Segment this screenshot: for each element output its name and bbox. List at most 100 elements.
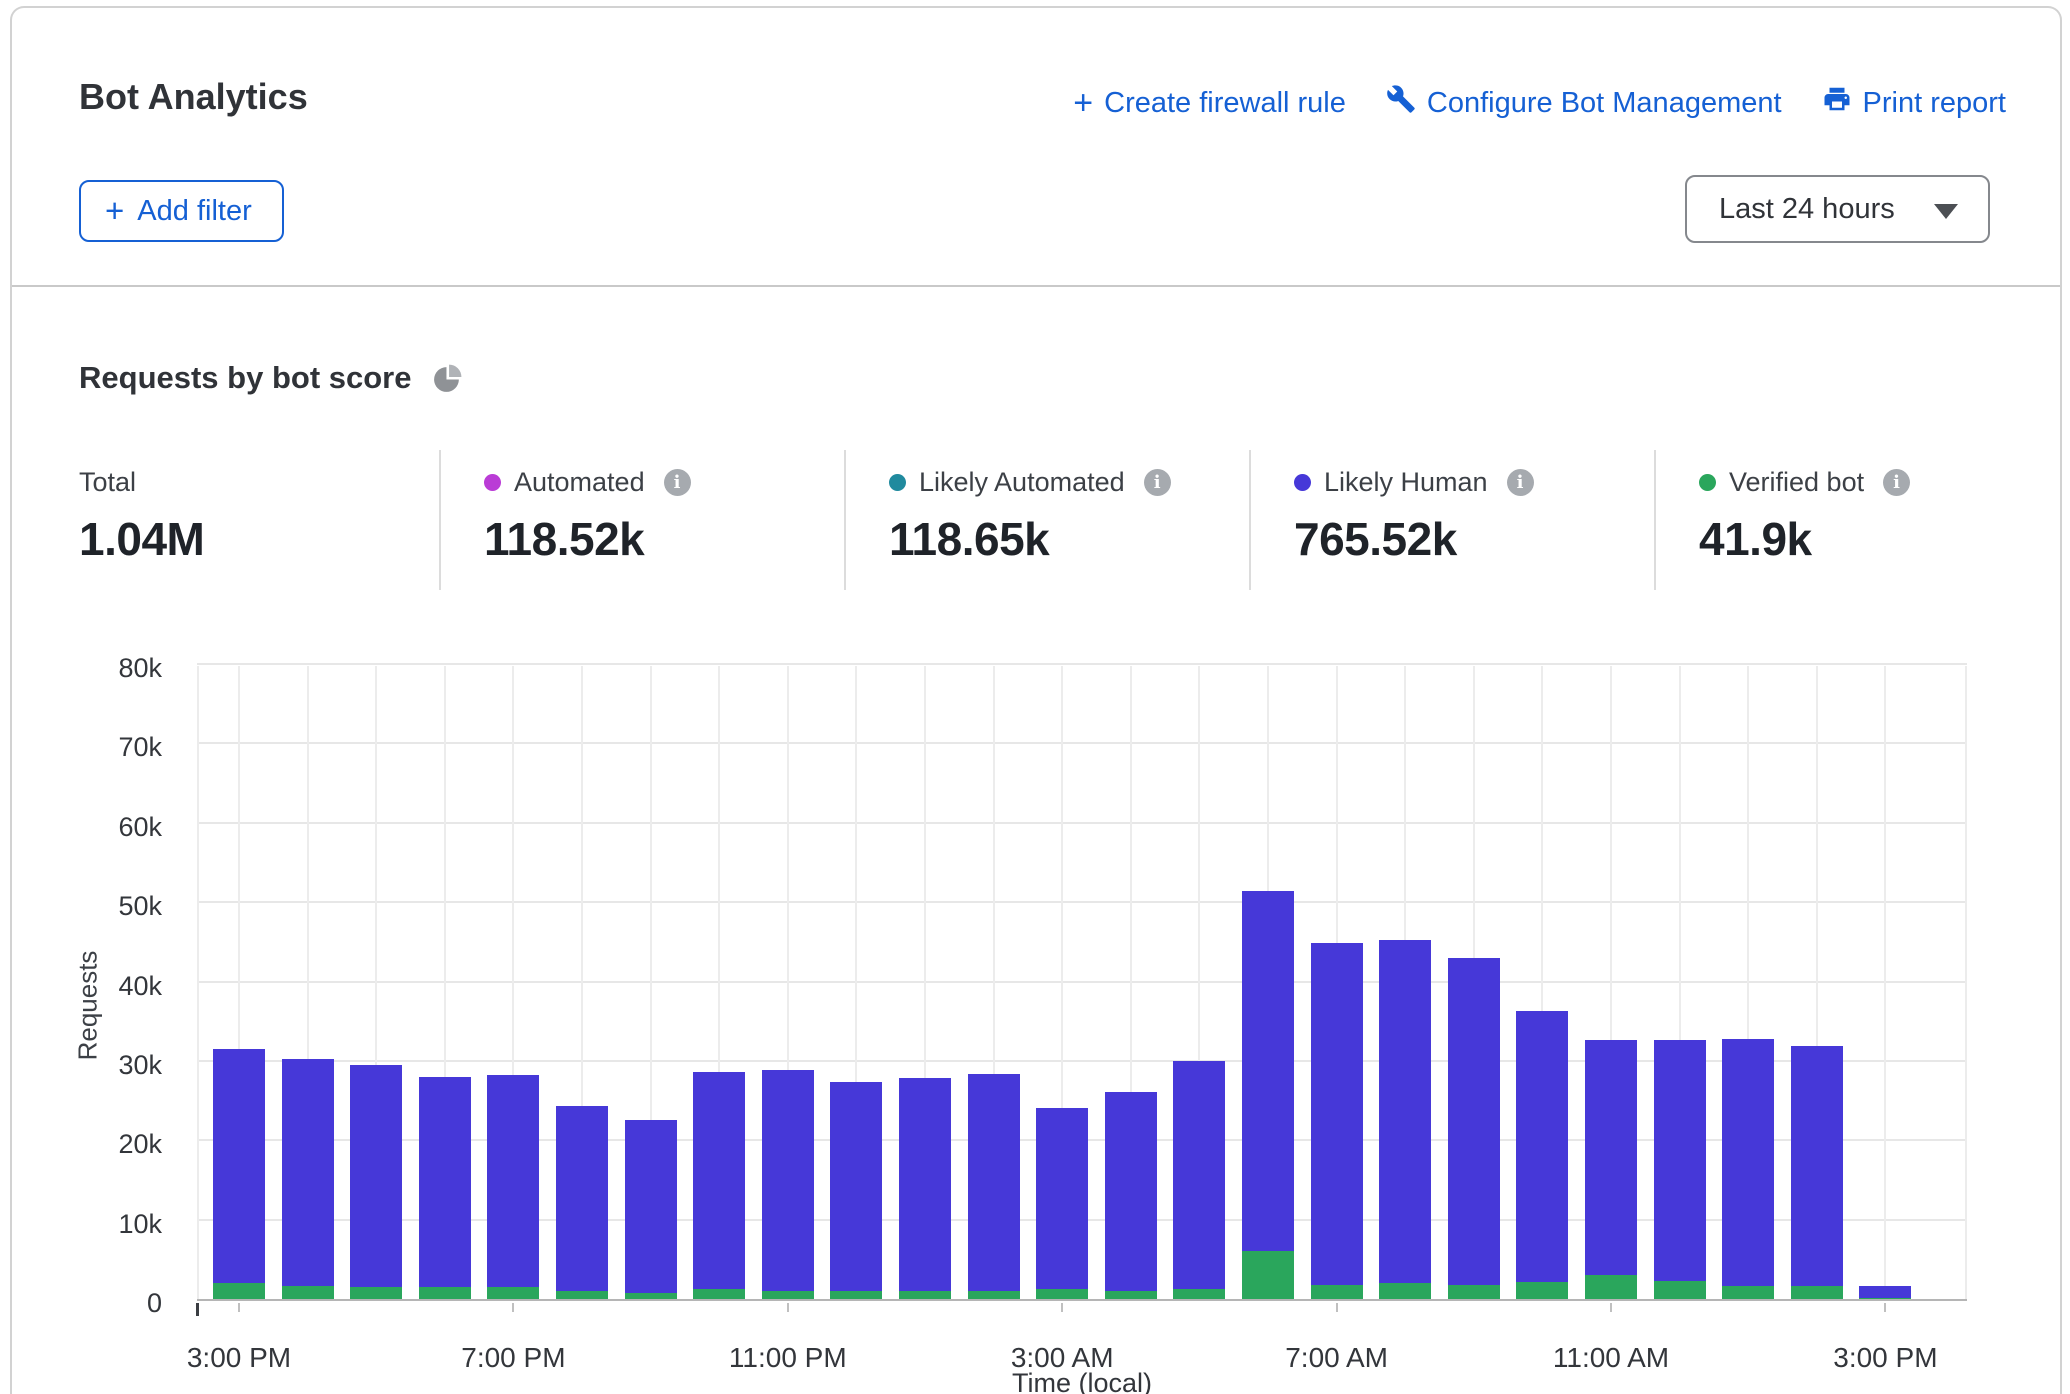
y-tick-label: 40k <box>70 970 162 1002</box>
bar-segment-likely-human[interactable] <box>1859 1286 1911 1299</box>
bar-segment-likely-human[interactable] <box>1448 958 1500 1299</box>
y-tick-label: 80k <box>70 652 162 684</box>
stat-divider <box>1249 450 1251 590</box>
add-filter-button[interactable]: + Add filter <box>79 180 284 242</box>
print-report-label: Print report <box>1863 87 2006 120</box>
bar-segment-verified-bot[interactable] <box>1585 1275 1637 1299</box>
bar-segment-verified-bot[interactable] <box>762 1291 814 1299</box>
bar-segment-verified-bot[interactable] <box>1722 1286 1774 1299</box>
y-tick-label: 0 <box>70 1287 162 1319</box>
configure-bot-management-link[interactable]: Configure Bot Management <box>1386 84 1782 122</box>
time-range-dropdown[interactable]: Last 24 hours <box>1685 175 1990 243</box>
bar-segment-likely-human[interactable] <box>1791 1046 1843 1299</box>
create-firewall-rule-link[interactable]: + Create firewall rule <box>1073 87 1346 120</box>
bar-segment-verified-bot[interactable] <box>968 1291 1020 1299</box>
stat-label: Likely Automated <box>919 467 1125 498</box>
stat-label: Total <box>79 467 136 498</box>
add-filter-label: Add filter <box>137 195 251 228</box>
h-gridline <box>197 742 1967 744</box>
bar-segment-verified-bot[interactable] <box>1105 1291 1157 1299</box>
stat-label: Verified bot <box>1729 467 1864 498</box>
stat-likely-automated: Likely Automated i 118.65k <box>889 466 1171 566</box>
bar-segment-likely-human[interactable] <box>1242 891 1294 1299</box>
bar-segment-verified-bot[interactable] <box>625 1293 677 1299</box>
print-report-link[interactable]: Print report <box>1822 84 2006 122</box>
stacked-bar-chart[interactable] <box>197 666 1967 1301</box>
x-axis-tick <box>1061 1303 1063 1312</box>
bar-segment-verified-bot[interactable] <box>213 1283 265 1299</box>
bar-segment-likely-human[interactable] <box>1173 1061 1225 1299</box>
bar-segment-verified-bot[interactable] <box>1311 1285 1363 1299</box>
bar-segment-verified-bot[interactable] <box>830 1291 882 1299</box>
bar-segment-likely-human[interactable] <box>1036 1108 1088 1299</box>
bar-segment-likely-human[interactable] <box>1516 1011 1568 1299</box>
bar-segment-likely-human[interactable] <box>762 1070 814 1299</box>
header-divider <box>12 285 2060 287</box>
wrench-icon <box>1386 84 1416 122</box>
bar-segment-verified-bot[interactable] <box>1448 1285 1500 1299</box>
bar-segment-likely-human[interactable] <box>625 1120 677 1299</box>
bar-segment-likely-human[interactable] <box>1654 1040 1706 1299</box>
bot-analytics-page: Bot Analytics + Create firewall rule Con… <box>0 0 2070 1394</box>
likely-human-legend-dot <box>1294 474 1311 491</box>
bar-segment-likely-human[interactable] <box>1585 1040 1637 1299</box>
x-axis-tick <box>512 1303 514 1312</box>
bar-segment-likely-human[interactable] <box>213 1049 265 1299</box>
stat-total: Total 1.04M <box>79 466 204 566</box>
bar-segment-verified-bot[interactable] <box>1859 1298 1911 1299</box>
h-gridline <box>197 901 1967 903</box>
bar-segment-likely-human[interactable] <box>282 1059 334 1300</box>
pie-chart-icon <box>431 362 464 395</box>
v-gridline <box>197 666 199 1299</box>
info-icon[interactable]: i <box>1144 469 1171 496</box>
bar-segment-verified-bot[interactable] <box>1173 1289 1225 1299</box>
h-gridline <box>197 663 1967 665</box>
bar-segment-verified-bot[interactable] <box>693 1289 745 1299</box>
bar-segment-verified-bot[interactable] <box>556 1291 608 1299</box>
stat-value: 118.65k <box>889 512 1171 566</box>
bar-segment-likely-human[interactable] <box>1722 1039 1774 1299</box>
stat-divider <box>439 450 441 590</box>
bar-segment-verified-bot[interactable] <box>899 1291 951 1299</box>
bar-segment-likely-human[interactable] <box>1311 943 1363 1299</box>
bar-segment-likely-human[interactable] <box>487 1075 539 1299</box>
info-icon[interactable]: i <box>1883 469 1910 496</box>
bar-segment-verified-bot[interactable] <box>419 1287 471 1299</box>
bar-segment-likely-human[interactable] <box>350 1065 402 1299</box>
header-actions: + Create firewall rule Configure Bot Man… <box>1073 84 2006 122</box>
stat-value: 1.04M <box>79 512 204 566</box>
bar-segment-likely-human[interactable] <box>419 1077 471 1299</box>
bar-segment-likely-human[interactable] <box>1105 1092 1157 1299</box>
bar-segment-verified-bot[interactable] <box>1516 1282 1568 1299</box>
y-tick-label: 60k <box>70 811 162 843</box>
stat-label: Automated <box>514 467 645 498</box>
bar-segment-likely-human[interactable] <box>693 1072 745 1299</box>
bar-segment-verified-bot[interactable] <box>1242 1251 1294 1299</box>
info-icon[interactable]: i <box>664 469 691 496</box>
bar-segment-likely-human[interactable] <box>1379 940 1431 1299</box>
info-icon[interactable]: i <box>1507 469 1534 496</box>
y-tick-label: 20k <box>70 1128 162 1160</box>
bar-segment-verified-bot[interactable] <box>350 1287 402 1299</box>
bar-segment-verified-bot[interactable] <box>1036 1289 1088 1299</box>
bar-segment-verified-bot[interactable] <box>1791 1286 1843 1299</box>
bar-segment-likely-human[interactable] <box>968 1074 1020 1299</box>
section-header: Requests by bot score <box>79 360 464 396</box>
bar-segment-verified-bot[interactable] <box>282 1286 334 1299</box>
time-range-value: Last 24 hours <box>1719 193 1895 226</box>
page-title: Bot Analytics <box>79 76 308 118</box>
stat-likely-human: Likely Human i 765.52k <box>1294 466 1534 566</box>
bar-segment-verified-bot[interactable] <box>1654 1281 1706 1299</box>
x-axis-tick <box>1610 1303 1612 1312</box>
bar-segment-likely-human[interactable] <box>830 1082 882 1299</box>
x-axis-tick <box>1336 1303 1338 1312</box>
bar-segment-likely-human[interactable] <box>556 1106 608 1299</box>
bar-segment-verified-bot[interactable] <box>487 1287 539 1299</box>
bar-segment-likely-human[interactable] <box>899 1078 951 1299</box>
automated-legend-dot <box>484 474 501 491</box>
h-gridline <box>197 981 1967 983</box>
stat-label: Likely Human <box>1324 467 1488 498</box>
bar-segment-verified-bot[interactable] <box>1379 1283 1431 1299</box>
y-tick-label: 10k <box>70 1208 162 1240</box>
h-gridline <box>197 822 1967 824</box>
